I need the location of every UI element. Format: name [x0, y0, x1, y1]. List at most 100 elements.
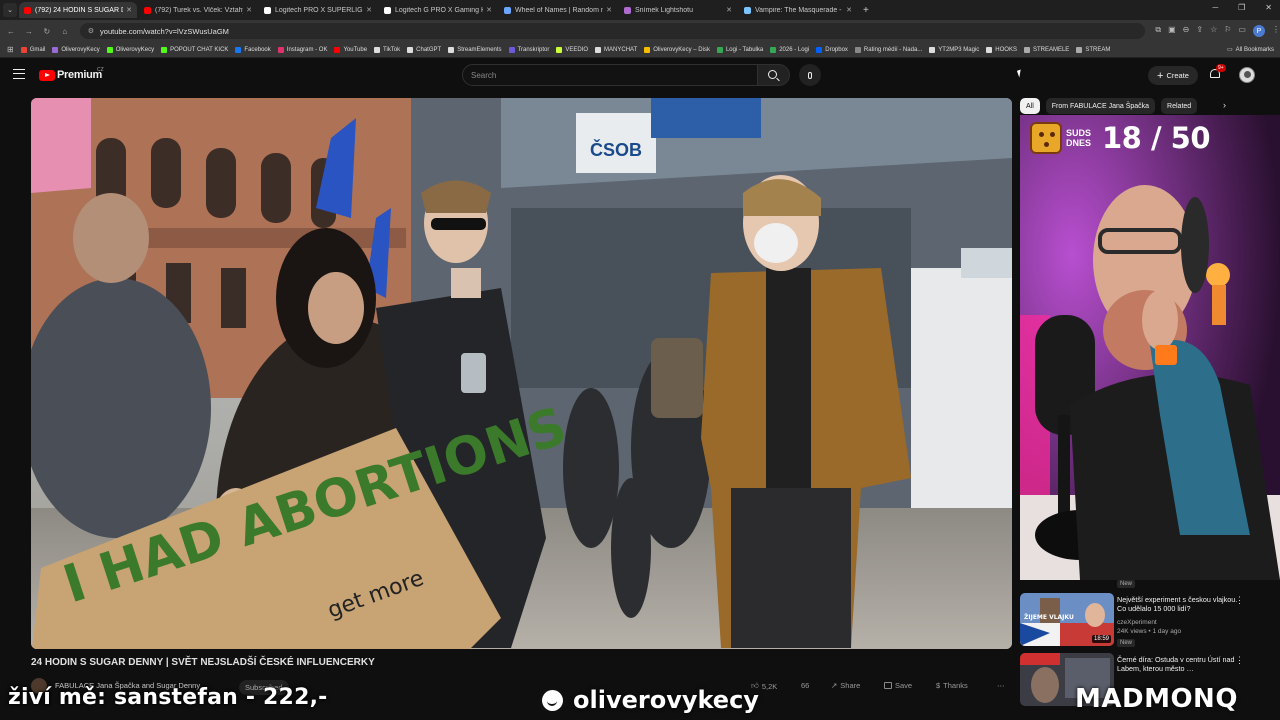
tab-close-icon[interactable]: ✕	[846, 6, 852, 14]
counter-value: 18 / 50	[1102, 121, 1211, 155]
more-actions-icon[interactable]: ⋯	[997, 681, 1005, 690]
bookmark-item[interactable]: YT2MP3 Magic	[929, 46, 979, 53]
zoom-icon[interactable]: ⊖	[1183, 25, 1190, 37]
all-bookmarks-button[interactable]: ▭ All Bookmarks	[1227, 46, 1274, 54]
more-vert-icon[interactable]: ⋮	[1235, 655, 1244, 666]
bookmark-item[interactable]: YouTube	[334, 46, 367, 53]
bookmark-item[interactable]: Instagram - OK	[277, 46, 327, 53]
dislike-button[interactable]: 66	[801, 681, 809, 690]
filter-chip[interactable]: All	[1020, 98, 1040, 114]
recommendation-channel[interactable]: czeXperiment	[1117, 619, 1157, 626]
screenshot-icon[interactable]: ▣	[1168, 25, 1176, 37]
site-info-icon[interactable]: ⚙	[88, 27, 94, 35]
menu-dots-icon[interactable]: ⋮	[1272, 25, 1280, 37]
tab-close-icon[interactable]: ✕	[126, 6, 132, 14]
share-arrow-icon: ↗	[831, 681, 838, 690]
tab-close-icon[interactable]: ✕	[606, 6, 612, 14]
minimize-icon[interactable]: ─	[1212, 3, 1218, 12]
filter-chip[interactable]: Related	[1161, 98, 1198, 114]
bookmark-item[interactable]: VEEDIO	[556, 46, 588, 53]
bookmark-item[interactable]: Facebook	[235, 46, 271, 53]
sidepanel-icon[interactable]: ▭	[1238, 25, 1246, 37]
tab-close-icon[interactable]: ✕	[726, 6, 732, 14]
recommendation-item[interactable]: ŽIJEME VLAJKU 18:59 Největší experiment …	[1020, 593, 1260, 653]
create-button[interactable]: + Create	[1148, 66, 1198, 85]
bookmark-label: HOOKS	[995, 46, 1017, 53]
country-code: CZ	[97, 67, 104, 73]
bookmark-item[interactable]: Transkriptor	[508, 46, 549, 53]
recommendation-title[interactable]: Černé díra: Ostuda v centru Ústí nad Lab…	[1117, 655, 1247, 673]
tab-close-icon[interactable]: ✕	[246, 6, 252, 14]
bookmark-favicon-icon	[716, 46, 723, 53]
account-avatar[interactable]	[1239, 67, 1255, 83]
youtube-logo-icon[interactable]	[39, 70, 55, 81]
browser-tab[interactable]: Wheel of Names | Random nam✕	[499, 2, 617, 18]
bookmark-item[interactable]: StreamElements	[448, 46, 502, 53]
tab-search-chevron-icon[interactable]: ⌄	[3, 3, 17, 17]
bookmark-item[interactable]: MANYCHAT	[595, 46, 638, 53]
search-button[interactable]	[758, 64, 790, 86]
share-label: Share	[840, 681, 861, 690]
sponsor-overlay-text: MADMONQ	[1075, 684, 1238, 714]
bookmark-item[interactable]: Rating médií - Nada...	[854, 46, 922, 53]
tab-close-icon[interactable]: ✕	[486, 6, 492, 14]
back-icon[interactable]: ←	[4, 27, 18, 36]
bookmark-star-icon[interactable]: ☆	[1210, 25, 1217, 37]
bookmark-item[interactable]: Logi - Tabulka	[716, 46, 763, 53]
url-bar[interactable]: ⚙ youtube.com/watch?v=lVzSWusUaGM	[79, 23, 1146, 39]
bookmark-item[interactable]: OliverovyKecy	[52, 46, 100, 53]
tab-close-icon[interactable]: ✕	[366, 6, 372, 14]
browser-tab[interactable]: (792) 24 HODIN S SUGAR DENNY✕	[19, 2, 137, 18]
bookmark-item[interactable]: OliverovyKecy	[106, 46, 154, 53]
bookmark-item[interactable]: ChatGPT	[407, 46, 441, 53]
thanks-button[interactable]: $ Thanks	[936, 681, 968, 690]
save-button[interactable]: Save	[884, 681, 912, 690]
recommendation-title[interactable]: Největší experiment s českou vlajkou. Co…	[1117, 595, 1247, 613]
bookmark-item[interactable]: Gmail	[20, 46, 45, 53]
video-player[interactable]: ČSOB I HAD ABORTIONS get more	[31, 98, 1012, 649]
close-window-icon[interactable]: ✕	[1265, 3, 1272, 12]
bookmark-label: OliverovyKecy	[61, 46, 100, 53]
translate-icon[interactable]: ⧉	[1155, 25, 1161, 37]
chevron-right-icon[interactable]: ›	[1223, 100, 1226, 110]
forward-icon[interactable]: →	[22, 27, 36, 36]
bookmark-item[interactable]: TikTok	[374, 46, 400, 53]
new-tab-button[interactable]: +	[863, 5, 869, 16]
voice-search-button[interactable]	[799, 64, 821, 86]
bookmark-favicon-icon	[161, 46, 168, 53]
bookmark-favicon-icon	[854, 46, 861, 53]
bookmark-label: Dropbox	[825, 46, 848, 53]
restore-icon[interactable]: ❐	[1238, 3, 1245, 12]
tab-favicon-icon	[384, 6, 391, 14]
recommendation-thumbnail[interactable]: ŽIJEME VLAJKU 18:59	[1020, 593, 1114, 646]
bookmark-item[interactable]: STREAMELE	[1023, 46, 1069, 53]
bookmark-item[interactable]: Dropbox	[816, 46, 848, 53]
bookmark-item[interactable]: POPOUT CHAT KICK	[161, 46, 228, 53]
bookmark-item[interactable]: STREAM	[1076, 46, 1110, 53]
home-icon[interactable]: ⌂	[58, 27, 72, 36]
browser-tab[interactable]: Logitech PRO X SUPERLIGHT 2✕	[259, 2, 377, 18]
search-input[interactable]: Search	[462, 64, 758, 86]
browser-tab[interactable]: Vampire: The Masquerade - Bl ✕	[739, 2, 857, 18]
share-button[interactable]: ↗ Share	[831, 681, 860, 690]
bookmark-favicon-icon	[816, 46, 823, 53]
profile-avatar[interactable]: P	[1252, 25, 1265, 37]
filter-chip[interactable]: From FABULACE Jana Špačka	[1045, 98, 1156, 114]
reload-icon[interactable]: ↻	[40, 27, 54, 36]
share-icon[interactable]: ⇪	[1196, 25, 1203, 37]
tab-title: Logitech PRO X SUPERLIGHT 2	[275, 6, 363, 14]
browser-tab[interactable]: Logitech G PRO X Gaming Hea✕	[379, 2, 497, 18]
bookmark-label: MANYCHAT	[604, 46, 638, 53]
youtube-premium-brand[interactable]: Premium	[57, 69, 102, 81]
bookmark-item[interactable]: 2026 - Logi	[770, 46, 809, 53]
bookmark-item[interactable]: HOOKS	[986, 46, 1017, 53]
bookmarks-bar: ⊞ Gmail OliverovyKecy OliverovyKecy POPOUT …	[0, 42, 1280, 58]
bookmark-item[interactable]: OliverovyKecy – Disk	[644, 46, 710, 53]
browser-tab[interactable]: Snímek Lightshotu ✕	[619, 2, 737, 18]
apps-grid-icon[interactable]: ⊞	[7, 45, 14, 54]
extensions-icon[interactable]: ⚐	[1224, 25, 1231, 37]
hamburger-menu-icon[interactable]	[13, 69, 25, 79]
bookmark-favicon-icon	[508, 46, 515, 53]
browser-tab[interactable]: (792) Turek vs. Vlček: Vztahy s ✕	[139, 2, 257, 18]
more-vert-icon[interactable]: ⋮	[1235, 595, 1244, 606]
